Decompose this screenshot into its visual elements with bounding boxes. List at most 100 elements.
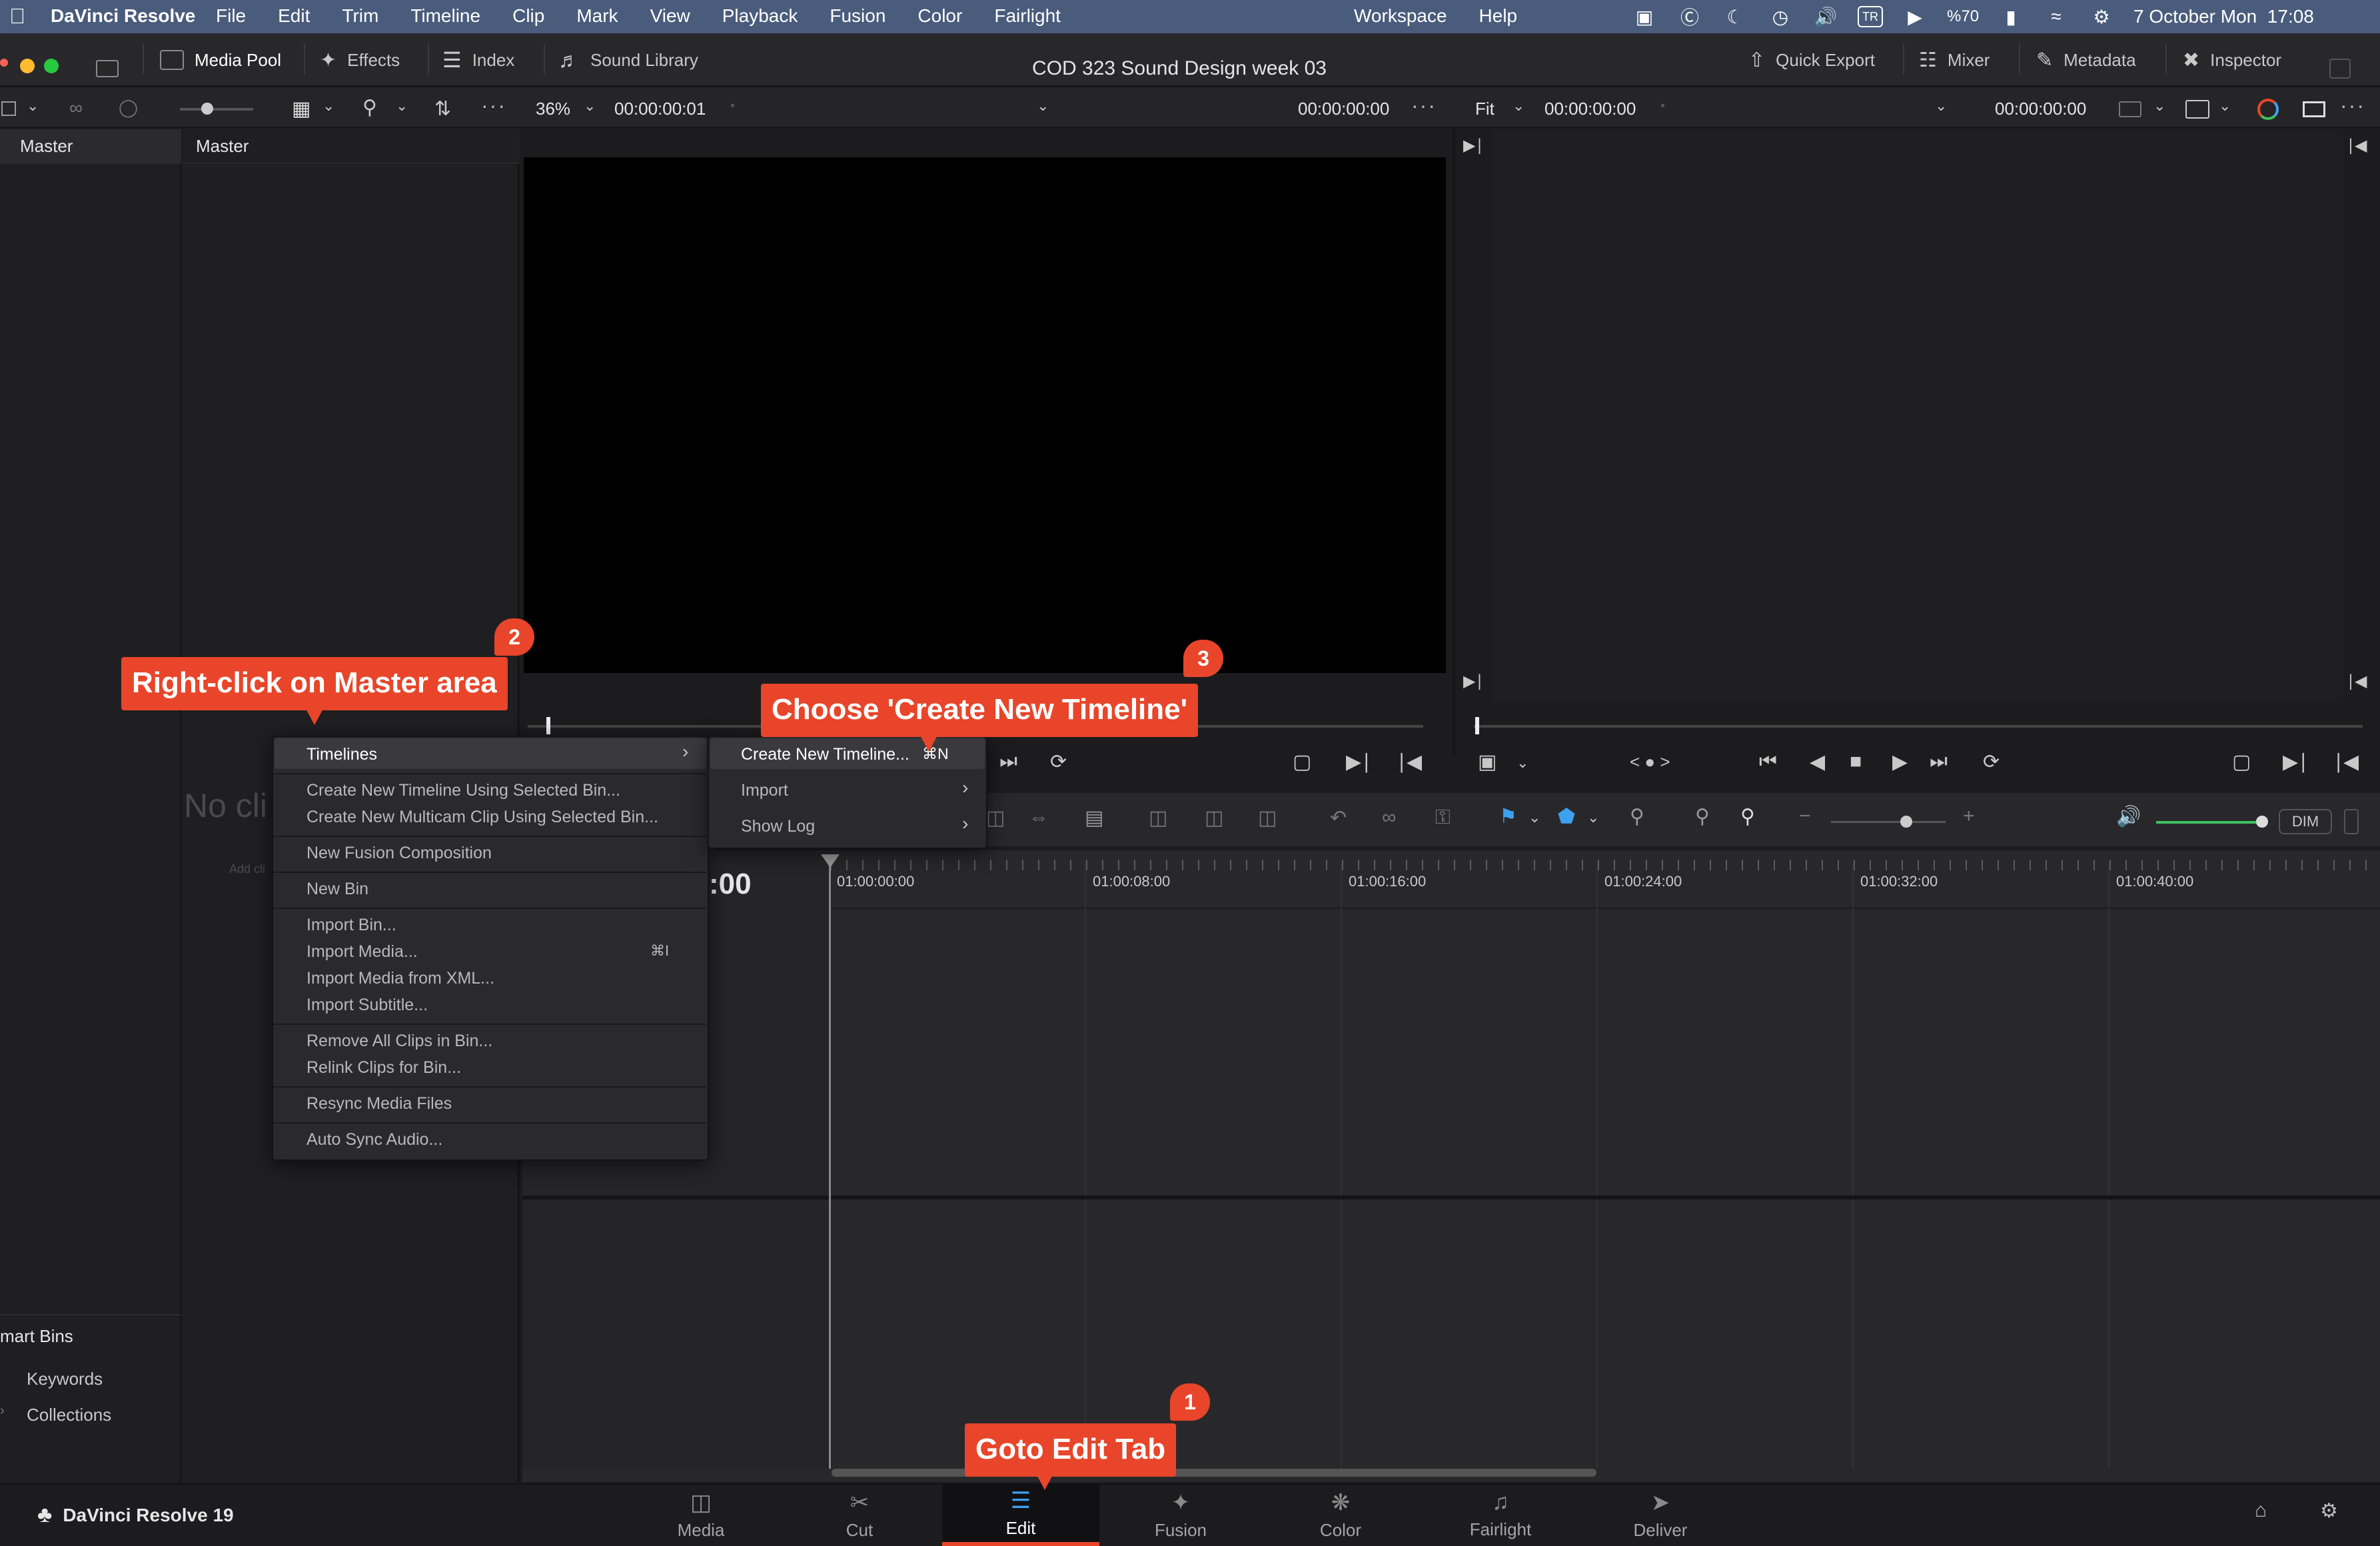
master-bin[interactable]: Master	[20, 136, 73, 157]
moon-icon[interactable]: ☾	[1722, 3, 1748, 30]
submenu-import[interactable]: Import	[741, 781, 788, 800]
zoom-detail-icon[interactable]: ⚲	[1695, 805, 1710, 828]
menu-help[interactable]: Help	[1479, 5, 1518, 27]
overlay-icon[interactable]	[2185, 100, 2209, 119]
sound-library-button[interactable]: ♬ Sound Library	[558, 47, 698, 73]
bin-list-panel[interactable]: Master	[0, 129, 181, 1482]
more-options-icon[interactable]: ···	[2340, 93, 2365, 118]
gear-icon[interactable]: ⚙	[2320, 1499, 2338, 1523]
clock[interactable]: 7 October Mon 17:08	[2133, 6, 2314, 27]
timeline-viewer[interactable]	[1453, 129, 2380, 756]
apple-icon[interactable]: 	[9, 4, 25, 29]
metadata-button[interactable]: ✎ Metadata	[2036, 47, 2136, 73]
insert-clip-icon[interactable]: ◫	[1149, 806, 1167, 830]
go-to-end-icon[interactable]: ⏭	[1930, 750, 1948, 773]
media-pool-button[interactable]: Media Pool	[160, 47, 281, 73]
menu-item-timelines[interactable]: Timelines	[306, 745, 377, 764]
layout-icon[interactable]	[96, 60, 119, 77]
menu-edit[interactable]: Edit	[278, 5, 310, 27]
playhead-handle[interactable]	[821, 854, 840, 868]
window-zoom-button[interactable]	[44, 59, 59, 73]
menu-item-new-fusion-composition[interactable]: New Fusion Composition	[306, 844, 492, 863]
menu-item-resync-media[interactable]: Resync Media Files	[306, 1094, 452, 1114]
color-wheel-icon[interactable]	[2257, 99, 2279, 120]
menu-fairlight[interactable]: Fairlight	[994, 5, 1061, 27]
play-reverse-icon[interactable]: ◀	[1810, 750, 1825, 774]
source-timecode[interactable]: 00:00:00:01	[614, 99, 706, 119]
blade-tool-icon[interactable]: ▤	[1085, 806, 1103, 830]
mixer-button[interactable]: ☷ Mixer	[1919, 47, 1990, 73]
tab-media[interactable]: ◫ Media	[622, 1483, 780, 1546]
link-icon[interactable]: ∞	[69, 97, 83, 119]
menu-mark[interactable]: Mark	[576, 5, 618, 27]
jog-control[interactable]: < ● >	[1630, 752, 1670, 772]
timeline-scrub-bar[interactable]	[1474, 725, 2363, 728]
last-frame-icon[interactable]: ∣◀	[2347, 136, 2367, 155]
video-audio-separator[interactable]	[522, 1195, 2380, 1199]
menu-item-import-bin[interactable]: Import Bin...	[306, 916, 396, 935]
timeline-timecode[interactable]: 00:00:00:00	[1544, 99, 1636, 119]
chevron-down-icon[interactable]: ⌄	[2153, 97, 2165, 115]
sort-icon[interactable]: ⇅	[434, 97, 451, 121]
loop-icon[interactable]: ⟳	[1050, 750, 1067, 774]
skype-icon[interactable]: Ⓒ	[1676, 3, 1703, 30]
dim-button[interactable]: DIM	[2279, 809, 2332, 834]
fit-zoom[interactable]: Fit	[1475, 99, 1494, 119]
marker-icon[interactable]: ⬟	[1558, 805, 1575, 828]
source-viewer-screen[interactable]	[524, 157, 1446, 673]
dynamic-trim-icon[interactable]: ⇔	[1029, 806, 1049, 829]
menu-item-create-timeline-from-bin[interactable]: Create New Timeline Using Selected Bin..…	[306, 781, 620, 800]
timeline-timecode-display[interactable]: :00	[709, 868, 752, 901]
thumbnail-size-slider[interactable]	[180, 108, 253, 111]
play-icon[interactable]: ▶	[1892, 750, 1908, 774]
chevron-down-icon[interactable]: ⌄	[1528, 809, 1540, 826]
submenu-create-new-timeline[interactable]: Create New Timeline...	[741, 745, 909, 764]
go-to-start-icon[interactable]: ⏮	[1759, 750, 1777, 773]
search-icon[interactable]: ⚲	[362, 96, 377, 119]
flag-icon[interactable]: ⚑	[1499, 805, 1517, 828]
speaker-icon[interactable]: 🔊	[2116, 805, 2141, 828]
menu-item-create-multicam[interactable]: Create New Multicam Clip Using Selected …	[306, 808, 658, 827]
menu-view[interactable]: View	[650, 5, 690, 27]
cinema-mode-icon[interactable]	[2303, 101, 2325, 117]
transform-icon[interactable]: ▣	[1478, 750, 1496, 774]
play-circle-icon[interactable]: ▶	[1902, 3, 1928, 30]
zoom-custom-icon[interactable]: ⚲	[1740, 805, 1755, 828]
chevron-down-icon[interactable]: ⌄	[1037, 97, 1049, 115]
menu-item-import-subtitle[interactable]: Import Subtitle...	[306, 996, 428, 1015]
more-options-icon[interactable]: ···	[1411, 93, 1437, 118]
menu-item-auto-sync-audio[interactable]: Auto Sync Audio...	[306, 1130, 442, 1150]
grid-view-icon[interactable]: ▦	[292, 97, 310, 121]
mark-in-icon[interactable]: ▶∣	[2283, 750, 2308, 774]
mark-in-icon[interactable]: ▶∣	[1346, 750, 1371, 774]
snapping-icon[interactable]: ↶	[1330, 806, 1347, 830]
first-frame-icon[interactable]: ▶∣	[1463, 136, 1483, 155]
volume-slider-handle[interactable]	[2256, 816, 2268, 828]
quick-export-button[interactable]: ⇧ Quick Export	[1748, 47, 1875, 73]
linked-selection-icon[interactable]: ∞	[1382, 806, 1396, 829]
timeline-playhead-marker[interactable]	[1475, 717, 1479, 734]
menu-file[interactable]: File	[216, 5, 246, 27]
stop-icon[interactable]: ■	[1850, 750, 1862, 773]
menu-color[interactable]: Color	[917, 5, 962, 27]
volume-icon[interactable]: 🔊	[1812, 3, 1839, 30]
menu-item-import-xml[interactable]: Import Media from XML...	[306, 969, 494, 988]
tab-fusion[interactable]: ✦ Fusion	[1102, 1483, 1259, 1546]
timeline-zoom-slider[interactable]	[1831, 821, 1946, 823]
chevron-down-icon[interactable]: ⌄	[1587, 809, 1599, 826]
wifi-icon[interactable]: ≈	[2043, 3, 2070, 30]
overwrite-clip-icon[interactable]: ◫	[1205, 806, 1223, 830]
tab-fairlight[interactable]: ♫ Fairlight	[1422, 1483, 1579, 1546]
menu-workspace[interactable]: Workspace	[1354, 5, 1447, 27]
calendar-icon[interactable]: ▣	[1631, 3, 1658, 30]
zoom-in-icon[interactable]: +	[1963, 805, 1975, 828]
smart-bin-collections[interactable]: Collections	[27, 1405, 111, 1425]
zoom-full-icon[interactable]: ⚲	[1630, 805, 1644, 828]
last-frame-icon[interactable]: ∣◀	[2347, 672, 2367, 691]
panel-view-icon[interactable]	[1, 101, 16, 116]
chevron-down-icon[interactable]: ⌄	[396, 97, 408, 115]
meter-toggle[interactable]	[2344, 809, 2359, 834]
chevron-down-icon[interactable]: ⌄	[27, 97, 39, 115]
app-menu[interactable]: DaVinci Resolve	[51, 5, 195, 27]
tab-edit[interactable]: ☰ Edit	[942, 1483, 1099, 1546]
